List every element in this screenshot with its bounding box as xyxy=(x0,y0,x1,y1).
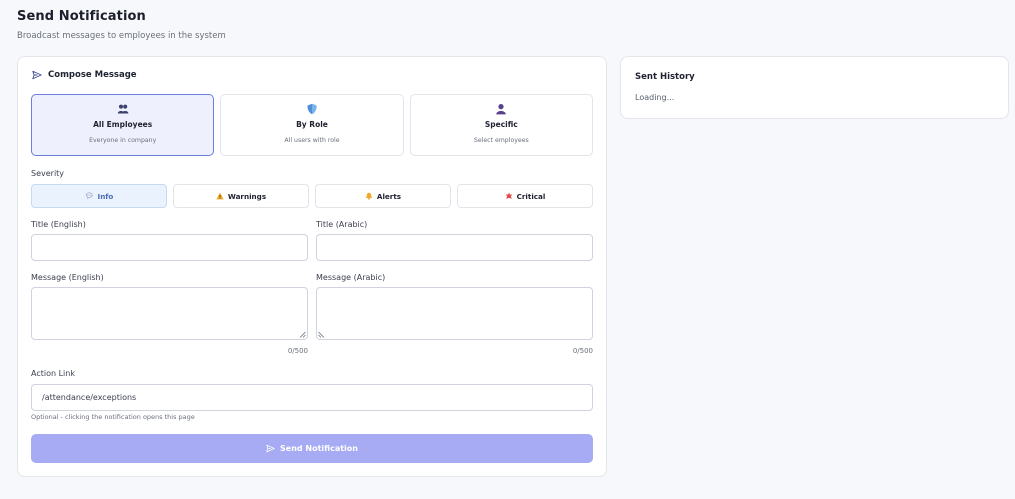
bell-icon xyxy=(365,192,372,200)
target-selector: All Employees Everyone in company By Rol… xyxy=(31,94,593,156)
title-arabic-label: Title (Arabic) xyxy=(316,220,368,229)
severity-label-text: Alerts xyxy=(376,191,402,201)
compose-title: Compose Message xyxy=(48,70,137,80)
info-bubble-icon: 💬︎ xyxy=(84,191,94,200)
page-subtitle: Broadcast messages to employees in the s… xyxy=(17,31,226,41)
target-label: Specific xyxy=(484,120,518,129)
target-description: Select employees xyxy=(473,137,529,144)
sent-history-card: Sent History Loading... xyxy=(620,56,1009,119)
message-arabic-counter: 0/500 xyxy=(572,347,593,355)
critical-icon xyxy=(505,192,512,199)
target-label: All Employees xyxy=(93,120,153,129)
title-arabic-input[interactable] xyxy=(316,234,593,261)
message-arabic-label: Message (Arabic) xyxy=(316,273,386,282)
target-by-role[interactable]: By Role All users with role xyxy=(220,94,404,156)
send-icon xyxy=(266,444,275,453)
compose-card: Compose Message All Employees Everyone i… xyxy=(17,56,607,477)
severity-label: Severity xyxy=(31,169,65,178)
title-english-label: Title (English) xyxy=(31,220,86,229)
action-link-label: Action Link xyxy=(31,369,75,378)
severity-warnings-button[interactable]: Warnings xyxy=(173,184,309,208)
message-english-textarea[interactable] xyxy=(31,287,308,340)
resize-grip-icon[interactable] xyxy=(299,331,306,338)
target-label: By Role xyxy=(296,120,328,129)
action-link-input[interactable]: /attendance/exceptions xyxy=(31,384,593,411)
severity-label-text: Critical xyxy=(516,191,546,201)
severity-label-text: Warnings xyxy=(227,191,267,201)
user-icon xyxy=(496,104,507,115)
title-english-input[interactable] xyxy=(31,234,308,261)
severity-info-button[interactable]: 💬︎ Info xyxy=(31,184,167,208)
severity-critical-button[interactable]: Critical xyxy=(457,184,593,208)
compose-header: Compose Message xyxy=(32,70,137,80)
message-english-counter: 0/500 xyxy=(287,347,308,355)
action-link-hint: Optional - clicking the notification ope… xyxy=(31,413,195,421)
page-title: Send Notification xyxy=(17,9,146,24)
severity-label-text: Info xyxy=(97,191,114,201)
users-icon xyxy=(117,104,129,114)
sent-history-title: Sent History xyxy=(635,72,695,82)
sent-history-status: Loading... xyxy=(635,93,675,102)
warning-icon xyxy=(216,192,224,200)
target-specific[interactable]: Specific Select employees xyxy=(409,94,593,156)
send-button-label: Send Notification xyxy=(280,444,358,453)
message-arabic-textarea[interactable] xyxy=(316,287,593,340)
target-all-employees[interactable]: All Employees Everyone in company xyxy=(31,94,215,156)
target-description: All users with role xyxy=(284,137,340,144)
resize-grip-icon[interactable] xyxy=(318,331,325,338)
action-link-value: /attendance/exceptions xyxy=(42,393,137,402)
send-notification-button[interactable]: Send Notification xyxy=(31,434,593,463)
message-english-label: Message (English) xyxy=(31,273,104,282)
target-description: Everyone in company xyxy=(89,137,157,144)
send-icon xyxy=(32,70,42,80)
shield-icon xyxy=(307,103,317,115)
severity-selector: 💬︎ Info Warnings Alerts Critical xyxy=(31,184,593,208)
severity-alerts-button[interactable]: Alerts xyxy=(315,184,451,208)
